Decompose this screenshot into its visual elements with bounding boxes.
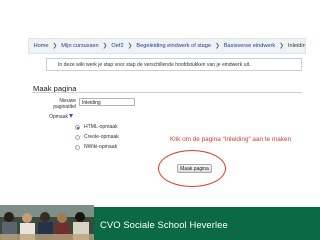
option-html-label: HTML-opmaak (84, 124, 118, 130)
wiki-intro-text: In deze wiki werk je stap voor stap de v… (58, 62, 251, 68)
wiki-intro-box: In deze wiki werk je stap voor stap de v… (46, 58, 302, 71)
radio-creole[interactable] (75, 135, 80, 140)
breadcrumb-home[interactable]: Home (34, 39, 49, 53)
radio-nwiki[interactable] (75, 145, 80, 150)
breadcrumb-wiki[interactable]: Basisverse eindwerk (224, 39, 275, 53)
page-title-input[interactable]: Inleiding (79, 98, 135, 106)
breadcrumb-separator: ❯ (52, 43, 58, 49)
breadcrumb-separator: ❯ (102, 43, 108, 49)
breadcrumb-separator: ❯ (279, 43, 284, 49)
breadcrumb-current: Inleiding (287, 43, 306, 49)
breadcrumb-course[interactable]: Oef2 (111, 39, 123, 53)
title-label-line2: paginatitel (53, 104, 76, 110)
option-creole-label: Creole-opmaak (84, 134, 119, 140)
radio-html[interactable] (75, 125, 80, 130)
breadcrumb-separator: ❯ (215, 43, 220, 49)
format-help-icon (69, 114, 73, 118)
breadcrumb-separator: ❯ (127, 43, 133, 49)
create-page-button[interactable]: Maak pagina (177, 164, 212, 173)
breadcrumb-section[interactable]: Begeleiding eindwerk of stage (136, 39, 211, 53)
instruction-annotation: Klik om de pagina “Inleiding” aan te mak… (170, 136, 292, 143)
students-photo (0, 205, 94, 240)
format-label: Opmaak (49, 114, 68, 120)
school-name: CVO Sociale School Heverlee (100, 219, 228, 230)
breadcrumb-my-courses[interactable]: Mijn cursussen (61, 39, 98, 53)
option-nwiki-label: NWiki-opmaak (84, 144, 118, 150)
breadcrumb: Home ❯ Mijn cursussen ❯ Oef2 ❯ Begeleidi… (28, 38, 306, 54)
fieldset-divider (32, 92, 302, 93)
